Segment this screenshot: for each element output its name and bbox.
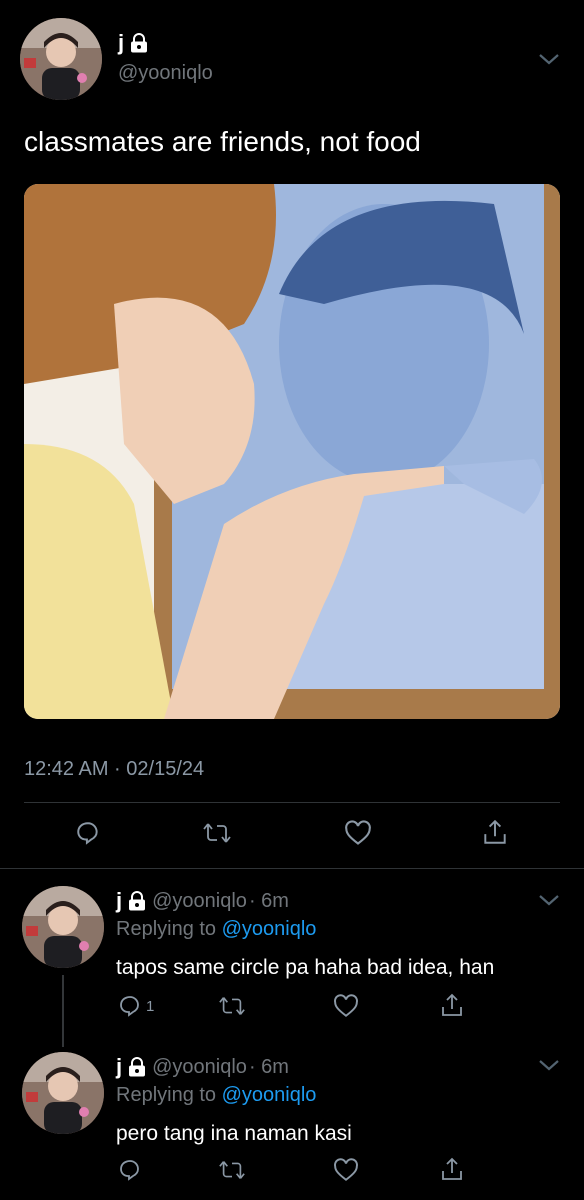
- display-name[interactable]: j: [116, 888, 122, 914]
- retweet-icon: [218, 994, 246, 1018]
- divider: [24, 802, 560, 803]
- thread-line: [62, 975, 64, 1047]
- like-button[interactable]: [333, 994, 359, 1018]
- handle[interactable]: @yooniqlo: [152, 1056, 247, 1079]
- replying-label: Replying to: [116, 1084, 217, 1106]
- lock-icon: [130, 33, 148, 53]
- reply-time[interactable]: · 6m: [249, 1056, 289, 1079]
- reply-time[interactable]: · 6m: [249, 890, 289, 913]
- reply-button[interactable]: 1: [118, 994, 154, 1018]
- share-button[interactable]: [440, 1156, 464, 1182]
- share-icon: [482, 818, 508, 846]
- chevron-down-icon[interactable]: [538, 1058, 560, 1077]
- share-icon: [440, 1156, 464, 1182]
- display-name[interactable]: j: [116, 1054, 122, 1080]
- replying-to-link[interactable]: @yooniqlo: [222, 1084, 317, 1106]
- avatar[interactable]: [22, 1052, 104, 1134]
- replying-to-link[interactable]: @yooniqlo: [222, 918, 317, 940]
- retweet-button[interactable]: [218, 1158, 246, 1182]
- like-button[interactable]: [344, 820, 372, 846]
- replying-label: Replying to: [116, 918, 217, 940]
- avatar[interactable]: [22, 886, 104, 968]
- handle[interactable]: @yooniqlo: [118, 62, 213, 85]
- heart-icon: [333, 1158, 359, 1182]
- share-button[interactable]: [482, 818, 508, 846]
- retweet-button[interactable]: [218, 994, 246, 1018]
- chevron-down-icon[interactable]: [538, 52, 560, 71]
- reply-icon: [118, 994, 142, 1018]
- avatar[interactable]: [20, 18, 102, 100]
- tweet-text: classmates are friends, not food: [24, 126, 421, 157]
- retweet-button[interactable]: [202, 820, 232, 846]
- reply-icon: [118, 1158, 142, 1182]
- reply-icon: [75, 820, 101, 846]
- lock-icon: [128, 1057, 146, 1077]
- lock-icon: [128, 891, 146, 911]
- reply-button[interactable]: [118, 1158, 146, 1182]
- handle[interactable]: @yooniqlo: [152, 890, 247, 913]
- reply-count: 1: [146, 997, 155, 1015]
- retweet-icon: [218, 1158, 246, 1182]
- heart-icon: [333, 994, 359, 1018]
- heart-icon: [344, 820, 372, 846]
- like-button[interactable]: [333, 1158, 359, 1182]
- reply-button[interactable]: [75, 820, 101, 846]
- share-button[interactable]: [440, 992, 464, 1018]
- chevron-down-icon[interactable]: [538, 893, 560, 912]
- tweet-image[interactable]: [24, 184, 560, 719]
- retweet-icon: [202, 820, 232, 846]
- timestamp[interactable]: 12:42 AM · 02/15/24: [24, 758, 204, 781]
- display-name[interactable]: j: [118, 30, 124, 56]
- reply-text: pero tang ina naman kasi: [116, 1122, 352, 1145]
- share-icon: [440, 992, 464, 1018]
- reply-text: tapos same circle pa haha bad idea, han: [116, 956, 495, 979]
- divider: [0, 868, 584, 869]
